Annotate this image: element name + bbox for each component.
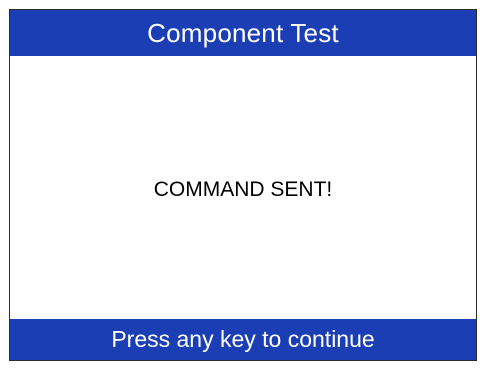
page-title: Component Test — [147, 18, 339, 48]
title-bar: Component Test — [10, 10, 476, 56]
continue-prompt: Press any key to continue — [111, 326, 375, 352]
status-message: COMMAND SENT! — [153, 177, 333, 201]
message-area: COMMAND SENT! — [10, 56, 476, 322]
device-screen: Component Test COMMAND SENT! Press any k… — [9, 9, 477, 361]
footer-bar[interactable]: Press any key to continue — [10, 319, 476, 360]
